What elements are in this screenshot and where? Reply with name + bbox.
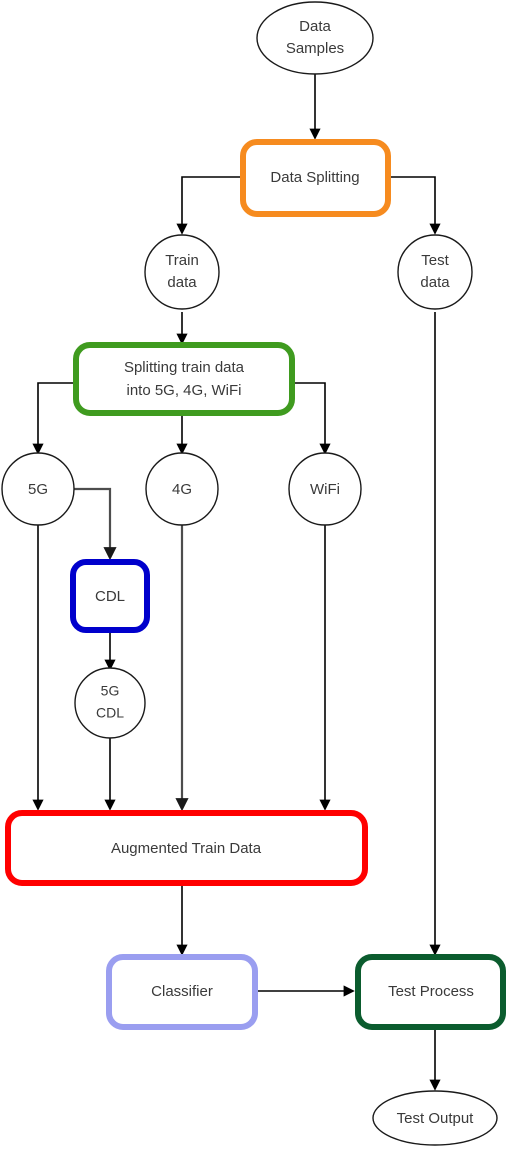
node-5g-label: 5G — [28, 481, 48, 498]
node-train-data: Train data — [144, 234, 220, 310]
node-augmented-train-data: Augmented Train Data — [5, 810, 368, 886]
node-5g: 5G — [1, 452, 75, 526]
edge-splitting-to-5g — [32, 382, 77, 455]
node-5g-cdl: 5G CDL — [74, 667, 146, 739]
node-classifier-label: Classifier — [151, 983, 213, 1000]
edge-data-splitting-to-test-data — [388, 176, 441, 235]
node-data-splitting: Data Splitting — [240, 139, 391, 217]
node-train-data-label-line2: data — [167, 274, 197, 291]
edge-splitting-to-wifi — [291, 382, 331, 455]
node-test-output-label: Test Output — [397, 1110, 475, 1127]
node-5g-cdl-label-line1: 5G — [101, 683, 120, 699]
node-data-samples-label-line2: Samples — [286, 40, 344, 57]
node-4g: 4G — [145, 452, 219, 526]
node-data-splitting-label: Data Splitting — [270, 169, 359, 186]
node-splitting-train-data: Splitting train data into 5G, 4G, WiFi — [73, 342, 295, 416]
node-data-samples: Data Samples — [256, 1, 374, 75]
node-wifi: WiFi — [288, 452, 362, 526]
node-test-process: Test Process — [355, 954, 506, 1030]
node-data-samples-label-line1: Data — [299, 18, 331, 35]
node-test-data-label-line2: data — [420, 274, 450, 291]
edge-data-splitting-to-train-data — [176, 176, 241, 235]
node-test-process-label: Test Process — [388, 983, 474, 1000]
node-4g-label: 4G — [172, 481, 192, 498]
node-cdl: CDL — [70, 559, 150, 633]
node-train-data-label-line1: Train — [165, 252, 199, 269]
edge-5g-to-cdl — [70, 487, 117, 561]
node-test-data-label-line1: Test — [421, 252, 449, 269]
pipeline-flowchart: Data Samples Data Splitting Train data T… — [1, 1, 506, 1146]
node-splitting-train-data-label-line1: Splitting train data — [124, 359, 245, 376]
node-cdl-label: CDL — [95, 588, 125, 605]
node-test-data: Test data — [397, 234, 473, 310]
node-wifi-label: WiFi — [310, 481, 340, 498]
node-augmented-train-data-label: Augmented Train Data — [111, 840, 262, 857]
node-splitting-train-data-label-line2: into 5G, 4G, WiFi — [126, 382, 241, 399]
node-classifier: Classifier — [106, 954, 258, 1030]
node-5g-cdl-label-line2: CDL — [96, 705, 124, 721]
node-test-output: Test Output — [372, 1090, 498, 1146]
